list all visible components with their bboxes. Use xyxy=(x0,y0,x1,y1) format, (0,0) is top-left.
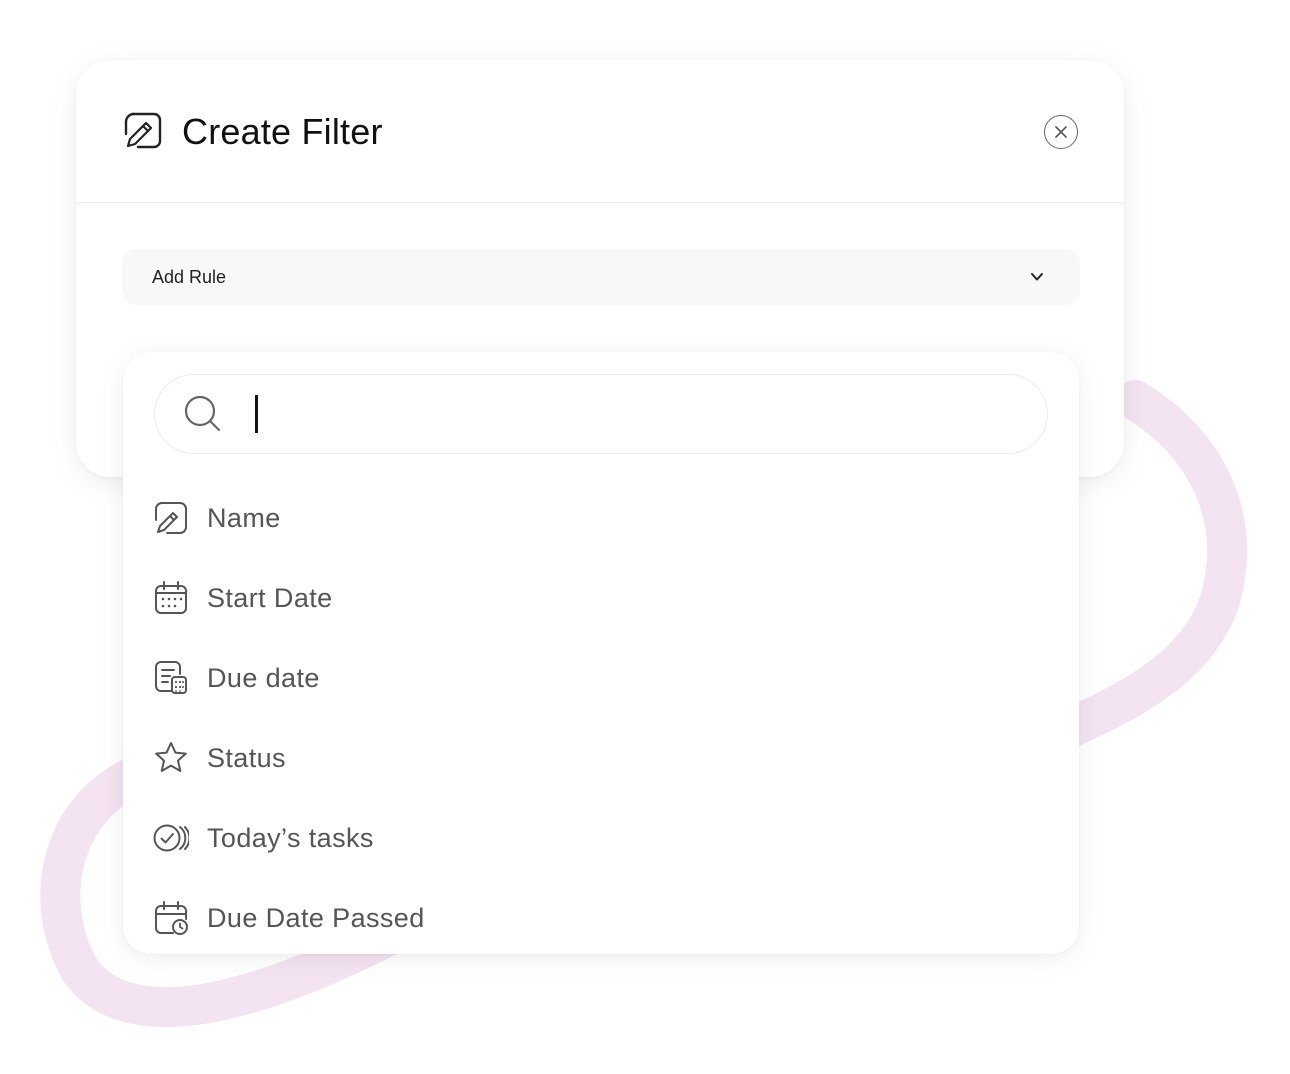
option-label: Start Date xyxy=(207,583,333,613)
close-button[interactable] xyxy=(1044,115,1078,149)
add-rule-select[interactable]: Add Rule xyxy=(122,249,1080,305)
add-rule-label: Add Rule xyxy=(152,267,227,287)
calendar-icon xyxy=(155,581,187,614)
option-label: Due Date Passed xyxy=(207,903,425,933)
option-label: Status xyxy=(207,743,286,773)
search-box[interactable] xyxy=(154,374,1048,454)
calendar-list-icon xyxy=(155,661,187,694)
check-circle-icon xyxy=(153,824,189,852)
option-todays-tasks[interactable]: Today’s tasks xyxy=(153,808,1033,864)
close-icon xyxy=(1055,126,1067,138)
star-icon xyxy=(155,742,187,772)
search-input[interactable] xyxy=(251,391,1021,437)
option-label: Due date xyxy=(207,663,320,693)
option-label: Today’s tasks xyxy=(207,823,374,853)
option-start-date[interactable]: Start Date xyxy=(153,568,1033,624)
option-label: Name xyxy=(207,503,281,533)
rule-dropdown: Name Start Date Due date Status Today’s … xyxy=(123,352,1079,954)
search-icon xyxy=(184,395,221,432)
modal-title: Create Filter xyxy=(182,111,383,152)
option-due-date[interactable]: Due date xyxy=(153,648,1033,704)
calendar-clock-icon xyxy=(155,901,188,935)
modal-header: Create Filter xyxy=(76,60,1124,203)
chevron-down-icon xyxy=(1031,273,1043,281)
text-cursor xyxy=(255,395,258,433)
option-due-date-passed[interactable]: Due Date Passed xyxy=(153,888,1033,944)
option-status[interactable]: Status xyxy=(153,728,1033,784)
edit-icon xyxy=(124,112,162,149)
option-name[interactable]: Name xyxy=(153,488,1033,544)
edit-icon xyxy=(155,502,187,534)
